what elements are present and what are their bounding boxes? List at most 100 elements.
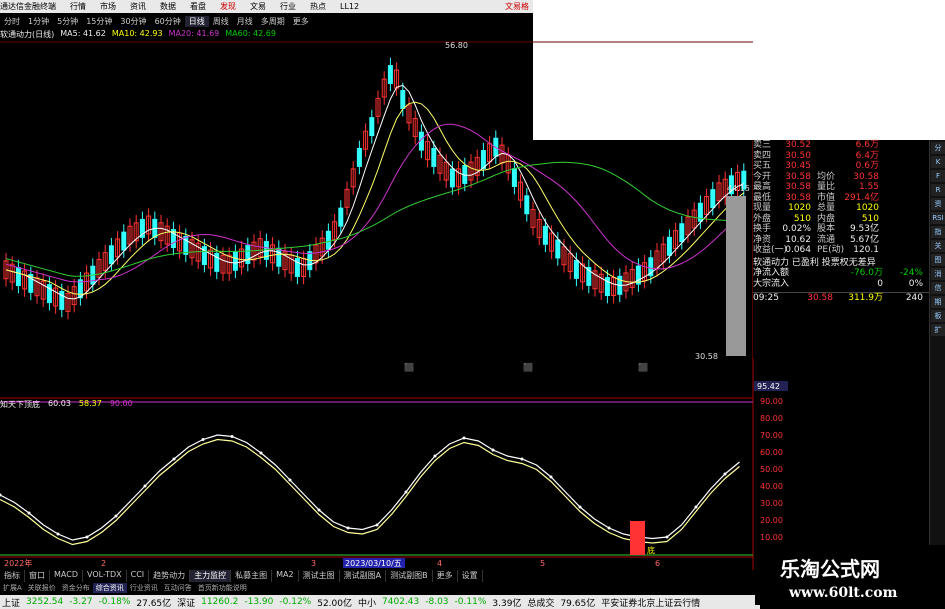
- indicator-tab[interactable]: VOL-TDX: [83, 570, 127, 582]
- indicator-tick-label: 60.00: [760, 448, 783, 457]
- indicator-name: 知天下顶底: [0, 400, 40, 409]
- sidebar-button[interactable]: 图: [931, 254, 945, 266]
- indicator-tick-label: 30.00: [760, 499, 783, 508]
- sidebar-button[interactable]: 期: [931, 296, 945, 308]
- event-marker: ⬛: [638, 362, 648, 372]
- quote-value2: 0.6万: [855, 161, 879, 171]
- info-tab[interactable]: 关联报价: [25, 583, 59, 593]
- sidebar-button[interactable]: F: [931, 170, 945, 182]
- indicator-tab[interactable]: 更多: [433, 570, 458, 582]
- indicator-tab[interactable]: CCI: [127, 570, 150, 582]
- quote-row: 卖四 30.50 6.4万: [753, 151, 929, 162]
- date-tick-label: 2023/03/10/五: [345, 559, 402, 568]
- zx-index-pct: -0.11%: [454, 597, 487, 607]
- date-tick-label: 2: [101, 559, 106, 568]
- quote-value: 10.62: [785, 234, 811, 245]
- candle-body: [480, 150, 486, 169]
- sidebar-button[interactable]: 消: [931, 268, 945, 280]
- tick-volume: 311.9万: [848, 293, 883, 303]
- indicator-tick-label: 70.00: [760, 431, 783, 440]
- indicator-tabs: 指标 窗口 MACD VOL-TDX CCI 趋势动力 主力监控 私募主图 MA2 测试主图 测试副…: [0, 570, 760, 582]
- sidebar-button[interactable]: 关: [931, 240, 945, 252]
- indicator-tab[interactable]: MACD: [50, 570, 83, 582]
- candle-body: [232, 251, 238, 271]
- quote-row: 卖三 30.52 6.6万: [753, 140, 929, 151]
- app-window: { "titlebar": {"app_title":"通达信金融终端","me…: [0, 0, 945, 609]
- sidebar-button[interactable]: K: [931, 156, 945, 168]
- quote-key2: 均价: [817, 171, 836, 182]
- tick-count: 240: [905, 293, 923, 303]
- quote-key: 收益(一): [753, 245, 788, 255]
- watermark-url: www.60lt.com: [789, 585, 898, 601]
- sz-index-pct: -0.12%: [279, 597, 312, 607]
- quote-row: 买五 30.45 0.6万: [753, 161, 929, 172]
- candle-body: [710, 189, 716, 209]
- info-tab[interactable]: 综合资讯: [92, 583, 127, 593]
- quote-key: 最低: [753, 192, 772, 203]
- candle-body: [77, 279, 83, 299]
- sh-index-name[interactable]: 上证: [2, 596, 20, 609]
- quote-key2: 内盘: [817, 213, 836, 224]
- sz-index-name[interactable]: 深证: [177, 596, 195, 609]
- quote-value2: 9.53亿: [849, 224, 879, 234]
- quote-value: 0.02%: [782, 224, 811, 234]
- quote-value2: 510: [861, 213, 879, 224]
- sidebar-button[interactable]: 扩: [931, 324, 945, 336]
- quote-value2: 6.6万: [855, 140, 879, 150]
- info-tab[interactable]: 互动问答: [161, 583, 195, 593]
- sz-index-change: -13.90: [244, 597, 274, 607]
- sz-index-value: 11260.2: [201, 597, 239, 607]
- sidebar-button[interactable]: 分: [931, 142, 945, 154]
- indicator-tab[interactable]: 测试副图B: [386, 570, 433, 582]
- indicator-v1: 60.03: [48, 399, 71, 408]
- date-tick-label: 3: [311, 559, 316, 568]
- info-tab[interactable]: 行业资讯: [127, 583, 161, 593]
- info-tab[interactable]: 首页新功能说明: [195, 583, 250, 593]
- quote-value2: 1.55: [858, 182, 879, 192]
- indicator-tab[interactable]: 私募主图: [231, 570, 273, 582]
- indicator-tab[interactable]: 测试主图: [299, 570, 340, 582]
- indicator-tab[interactable]: 测试副图A: [340, 570, 387, 582]
- info-tab[interactable]: 资金分布: [59, 583, 93, 593]
- indicator-tab[interactable]: 窗口: [25, 570, 50, 582]
- candle-body: [524, 195, 530, 215]
- quote-value2: 120.1: [853, 245, 879, 255]
- indicator-tab[interactable]: 趋势动力: [149, 570, 191, 582]
- bottom-signal-label: 底: [647, 545, 655, 555]
- sh-index-change: -3.27: [69, 597, 93, 607]
- indicator-tab[interactable]: 设置: [458, 570, 483, 582]
- current-price-label: 44.15: [727, 184, 750, 193]
- candle-body: [449, 168, 455, 188]
- candle-body: [679, 223, 685, 243]
- sidebar-button[interactable]: R: [931, 184, 945, 196]
- quote-key2: 流通: [817, 234, 836, 245]
- indicator-line-2: [0, 438, 740, 546]
- indicator-tab[interactable]: 指标: [0, 570, 25, 582]
- candle-body: [369, 117, 375, 137]
- quote-key2: PE(动): [817, 245, 845, 255]
- quote-panel: 卖三 30.52 6.6万 卖四 30.50 6.4万 买五 30.45 0.6万今…: [753, 140, 929, 358]
- quote-key2: [811, 151, 839, 162]
- quote-value: 30.58: [785, 192, 811, 203]
- indicator-tab[interactable]: 主力监控: [190, 570, 232, 582]
- sidebar-button[interactable]: 信: [931, 282, 945, 294]
- candle-body: [400, 90, 406, 109]
- quote-key: 外盘: [753, 213, 772, 224]
- tick-price: 30.58: [807, 293, 833, 303]
- zx-index-name[interactable]: 中小: [358, 596, 376, 609]
- indicator-tab[interactable]: MA2: [272, 570, 299, 582]
- total-volume-value: 79.65亿: [560, 598, 596, 609]
- sidebar-button[interactable]: 指: [931, 226, 945, 238]
- sidebar-button[interactable]: 板: [931, 310, 945, 322]
- net-flow-pct: -24%: [899, 268, 923, 278]
- ma10-line: [5, 101, 745, 295]
- info-tab[interactable]: 扩展A: [0, 583, 25, 593]
- quote-value: 30.50: [785, 150, 811, 161]
- quote-value: 30.58: [785, 171, 811, 182]
- quote-key: 最高: [753, 182, 772, 192]
- sidebar-button[interactable]: RSI: [931, 212, 945, 224]
- sh-index-pct: -0.18%: [98, 597, 131, 607]
- quote-value: 0.064: [785, 245, 811, 255]
- bottom-signal-bar: [630, 521, 645, 555]
- sidebar-button[interactable]: 资: [931, 198, 945, 210]
